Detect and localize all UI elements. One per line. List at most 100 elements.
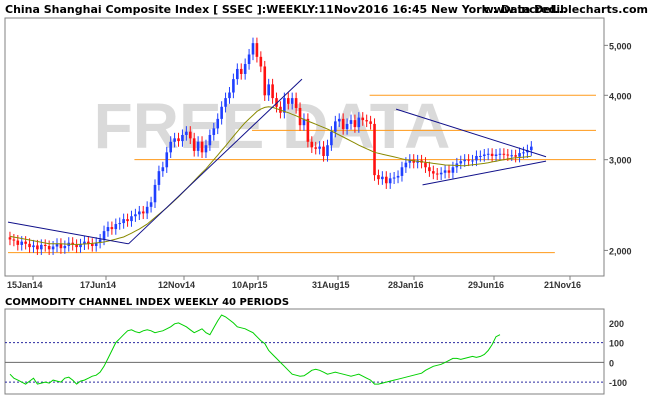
candle-body [200,141,204,153]
candle-body [236,68,239,80]
candle-body [114,224,118,230]
candle-body [432,171,435,174]
candle-body [396,175,400,178]
candle-body [153,184,157,203]
candle-body [75,244,78,248]
candle-body [349,120,353,124]
candle-body [40,244,43,250]
candle-body [126,219,129,222]
candle-body [357,117,361,128]
candle-body [306,118,310,142]
candle-body [32,245,35,248]
candle-body [490,153,494,156]
candle-body [228,92,231,99]
candle-body [510,155,514,157]
chart-canvas: FREE DATA 2,000 3,000 4,000 5,000 15Jan14 17… [0,0,660,400]
x-tick-label: 21Nov16 [544,280,581,290]
cci-y-tick-label: 200 [609,319,624,329]
candle-body [479,155,482,157]
candle-body [290,98,294,104]
candle-body [28,243,31,248]
candle-body [286,98,290,104]
candle-body [169,141,172,153]
candle-body [322,146,325,156]
candle-body [43,244,47,246]
candle [263,60,267,101]
candle-body [494,154,498,156]
candle-body [388,178,392,184]
candle-body [283,98,286,113]
candle-body [330,131,333,146]
candle-body [486,153,490,155]
candle-body [263,66,267,96]
candle-body [267,84,270,96]
candle-body [471,160,474,162]
candle-body [188,131,192,139]
candle-body [337,118,341,122]
candle-body [51,246,55,250]
candle [373,118,376,181]
candle-body [530,146,533,151]
x-tick-label: 12Nov14 [158,280,195,290]
candle-body [310,141,314,148]
candle-body [134,214,137,217]
candle-body [514,155,517,157]
candle-body [196,141,200,151]
candle-body [369,121,372,124]
candle-body [157,171,161,185]
candle-body [247,54,251,65]
candle-body [161,167,165,172]
candle-body [463,159,466,162]
y-tick-label: 2,000 [609,246,632,256]
candle-body [220,106,223,119]
candle-body [8,237,12,240]
candle-body [377,175,380,180]
cci-y-tick-label: 100 [609,339,624,349]
candle-body [259,56,263,67]
candle-body [506,154,510,156]
candle-body [16,240,20,245]
cci-title: COMMODITY CHANNEL INDEX WEEKLY 40 PERIOD… [5,297,290,308]
x-tick-label: 17Jun14 [80,280,116,290]
candle-body [181,134,184,142]
candle-body [106,227,110,232]
candle-body [294,98,298,108]
candle-body [24,241,27,244]
candle-body [522,152,525,154]
candle-body [255,43,259,57]
candle-body [165,152,169,168]
candle-body [459,161,463,164]
candle-body [47,245,51,250]
candle-body [404,162,408,168]
cci-y-tick-label: 0 [609,358,614,368]
candle-body [130,216,133,222]
candle-body [224,98,227,107]
candle-body [204,145,208,153]
candle-body [435,173,439,175]
candle-body [243,64,247,74]
candle-body [118,223,122,225]
candle-body [102,231,106,240]
x-tick-label: 31Aug15 [312,280,350,290]
cci-y-tick-label: -100 [609,378,627,388]
x-tick-label: 28Jan16 [388,280,424,290]
candle-body [138,211,141,215]
candle-body [177,138,180,142]
candle-body [192,138,196,151]
candle-body [392,177,396,179]
candle-body [251,43,255,55]
candle-body [365,120,368,122]
candle-body [36,245,39,250]
x-tick-label: 15Jan14 [7,280,43,290]
candle-body [149,202,153,207]
candle-body [518,153,521,157]
candle-body [208,134,212,146]
candle-body [439,172,443,175]
candle-body [185,131,188,135]
candle-body [63,245,67,249]
site-link[interactable]: www.incrediblecharts.com [484,3,648,16]
candle-body [400,167,404,176]
candle-body [145,206,149,214]
candle-body [314,147,318,149]
x-tick-label: 10Apr15 [232,280,268,290]
